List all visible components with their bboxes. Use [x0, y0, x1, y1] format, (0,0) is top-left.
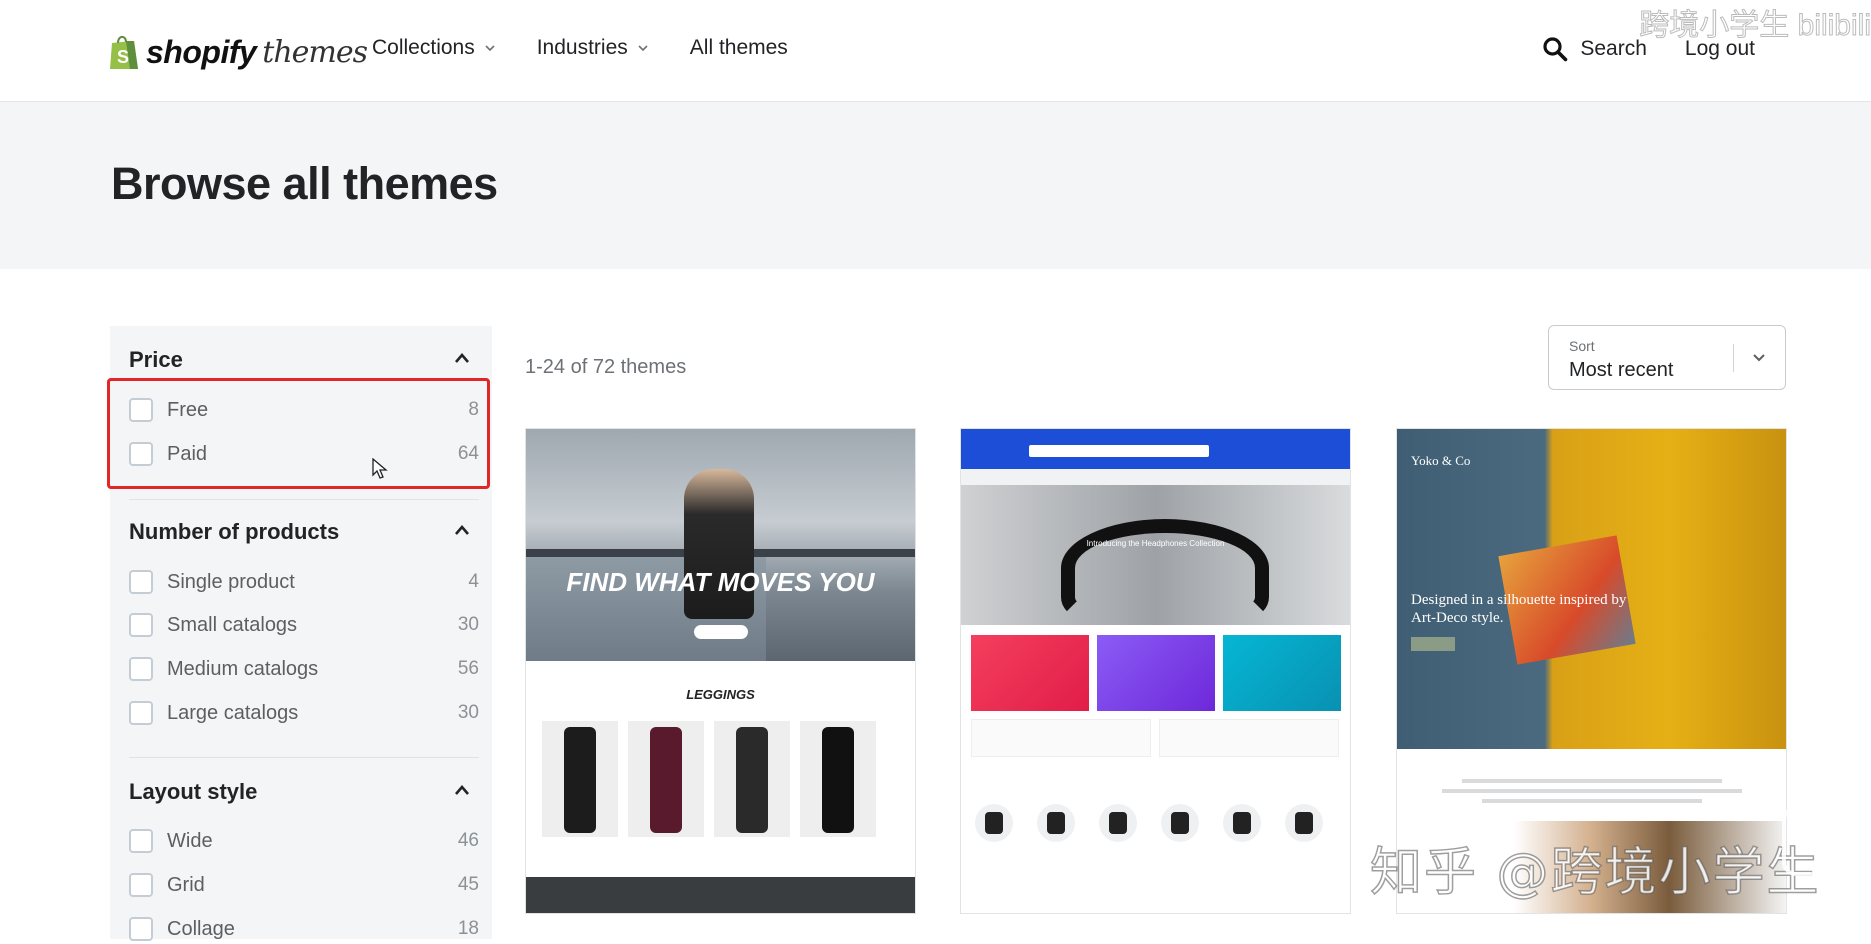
category-icon — [1223, 804, 1261, 842]
filter-option-count: 4 — [468, 571, 479, 592]
info-row — [971, 719, 1151, 757]
sort-dropdown[interactable]: Sort Most recent — [1548, 325, 1786, 390]
sort-label: Sort — [1569, 338, 1595, 354]
filter-option-single-product[interactable]: Single product 4 — [129, 567, 479, 597]
filter-option-label: Grid — [167, 873, 205, 896]
product-thumbnail — [714, 721, 790, 837]
sort-divider — [1733, 344, 1734, 372]
theme-preview-search — [1029, 445, 1209, 457]
page-hero: Browse all themes — [0, 102, 1871, 269]
theme-preview-headline: Designed in a silhouette inspired by Art… — [1411, 592, 1627, 626]
filter-option-label: Collage — [167, 917, 235, 940]
filter-option-wide[interactable]: Wide 46 — [129, 826, 479, 856]
nav-all-themes-label: All themes — [689, 36, 788, 59]
nav-collections-label: Collections — [372, 36, 475, 59]
filter-option-grid[interactable]: Grid 45 — [129, 870, 479, 900]
filter-products-heading: Number of products — [129, 519, 340, 544]
results-count: 1-24 of 72 themes — [525, 356, 687, 378]
theme-preview-brand: Yoko & Co — [1411, 453, 1471, 468]
filter-divider — [129, 757, 479, 758]
watermark: 知乎 @跨境小学生 — [1369, 842, 1821, 904]
promo-tile — [1223, 635, 1341, 711]
promo-tile — [971, 635, 1089, 711]
theme-preview-menu — [961, 469, 1350, 485]
theme-preview-headline: FIND WHAT MOVES YOU — [566, 567, 875, 597]
filter-option-medium-catalogs[interactable]: Medium catalogs 56 — [129, 654, 479, 684]
filter-option-label: Wide — [167, 829, 213, 852]
checkbox[interactable] — [129, 570, 153, 594]
theme-card[interactable]: Introducing the Headphones Collection — [960, 428, 1351, 914]
sort-value: Most recent — [1569, 359, 1674, 381]
svg-text:S: S — [117, 47, 129, 67]
theme-preview-image — [526, 877, 915, 913]
watermark-top: 跨境小学生 bilibili — [1639, 9, 1871, 43]
mouse-cursor-icon — [372, 458, 388, 479]
shopify-bag-icon: S — [110, 35, 138, 69]
info-row — [1159, 719, 1339, 757]
filter-option-label: Small catalogs — [167, 613, 298, 636]
shopify-themes-logo[interactable]: S shopify themes — [108, 30, 368, 74]
filter-option-count: 56 — [457, 658, 479, 679]
product-thumbnail — [800, 721, 876, 837]
filter-option-label: Large catalogs — [167, 701, 299, 724]
category-icon — [1285, 804, 1323, 842]
chevron-down-icon — [638, 45, 648, 52]
play-icon — [1782, 806, 1852, 876]
product-thumbnail — [628, 721, 704, 837]
filter-option-count: 45 — [457, 874, 479, 895]
logo-subtitle: themes — [262, 34, 368, 70]
logo-wordmark: shopify — [146, 33, 257, 70]
promo-tile — [1097, 635, 1215, 711]
product-thumbnail — [542, 721, 618, 837]
category-icon — [1161, 804, 1199, 842]
checkbox[interactable] — [129, 701, 153, 725]
chevron-down-icon — [1753, 354, 1765, 362]
checkbox[interactable] — [129, 829, 153, 853]
category-icon — [975, 804, 1013, 842]
page-title: Browse all themes — [111, 158, 498, 209]
filter-option-count: 46 — [457, 830, 479, 851]
chevron-up-icon[interactable] — [453, 351, 471, 365]
search-button[interactable]: Search — [1542, 36, 1647, 62]
category-icon — [1037, 804, 1075, 842]
filter-option-count: 30 — [457, 702, 479, 723]
nav-industries-label: Industries — [536, 36, 628, 59]
checkbox[interactable] — [129, 917, 153, 941]
filter-option-count: 18 — [457, 918, 479, 939]
theme-preview-section-title: LEGGINGS — [686, 687, 755, 702]
headphones-image — [1061, 519, 1269, 617]
filter-price-heading: Price — [129, 347, 183, 372]
price-filter-highlight-box — [107, 378, 490, 489]
theme-preview-text — [1437, 773, 1747, 813]
checkbox[interactable] — [129, 657, 153, 681]
theme-card[interactable]: FIND WHAT MOVES YOU LEGGINGS — [525, 428, 916, 914]
filter-option-large-catalogs[interactable]: Large catalogs 30 — [129, 698, 479, 728]
filter-option-collage[interactable]: Collage 18 — [129, 914, 479, 944]
theme-preview-headline: Introducing the Headphones Collection — [1086, 539, 1225, 548]
filter-option-label: Single product — [167, 570, 295, 593]
theme-preview-button — [694, 625, 748, 639]
checkbox[interactable] — [129, 613, 153, 637]
theme-preview-button — [1411, 637, 1455, 651]
checkbox[interactable] — [129, 873, 153, 897]
nav-industries[interactable]: Industries — [537, 36, 650, 60]
filter-layout-heading: Layout style — [129, 779, 258, 804]
top-navigation-bar: S shopify themes Collections Industries … — [0, 0, 1871, 102]
chevron-up-icon[interactable] — [453, 783, 471, 797]
filter-divider — [129, 499, 479, 500]
search-icon — [1543, 37, 1568, 62]
filter-option-label: Medium catalogs — [167, 657, 319, 680]
nav-all-themes[interactable]: All themes — [690, 36, 788, 60]
main-nav: Collections Industries All themes — [372, 36, 828, 60]
category-icon — [1099, 804, 1137, 842]
filter-option-small-catalogs[interactable]: Small catalogs 30 — [129, 610, 479, 640]
chevron-down-icon — [485, 45, 495, 52]
search-label: Search — [1580, 37, 1647, 60]
chevron-up-icon[interactable] — [453, 523, 471, 537]
nav-collections[interactable]: Collections — [372, 36, 497, 60]
filter-option-count: 30 — [457, 614, 479, 635]
